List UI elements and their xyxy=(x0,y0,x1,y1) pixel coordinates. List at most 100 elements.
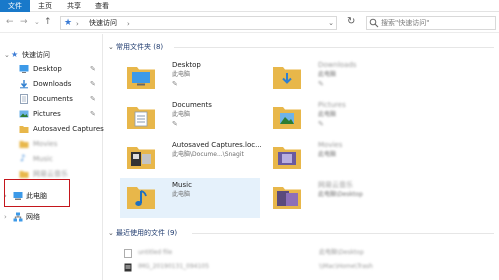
document-icon xyxy=(20,94,28,104)
tile-location: 此电脑 xyxy=(318,111,337,118)
sidebar-item-downloads[interactable]: Downloads ✎ xyxy=(0,77,103,91)
recent-files-title: 最近使用的文件 (9) xyxy=(116,229,178,237)
sidebar-quick-access-label: 快速访问 xyxy=(22,51,50,59)
folder-tile-documents[interactable]: Documents 此电脑 ✎ xyxy=(120,98,260,138)
recent-file-row[interactable]: untitled file 此电脑\Desktop xyxy=(124,247,494,259)
frequent-folders-title: 常用文件夹 (8) xyxy=(116,43,164,51)
expand-chevron-icon[interactable]: ⌄ xyxy=(4,48,10,62)
folder-tile-pictures[interactable]: Pictures 此电脑 ✎ xyxy=(266,98,406,138)
sidebar-item-label: Music xyxy=(33,155,53,163)
folder-icon xyxy=(19,141,29,148)
breadcrumb-separator: › xyxy=(76,20,79,28)
group-divider xyxy=(192,233,494,234)
sidebar-item-label: Pictures xyxy=(33,110,61,118)
sidebar-item-label: Documents xyxy=(33,95,73,103)
tile-location: 此电脑\Desktop xyxy=(318,191,363,198)
folder-album-art-icon xyxy=(273,187,301,209)
folder-snagit-icon xyxy=(127,147,155,169)
tile-location: 此电脑 xyxy=(318,71,337,78)
recent-file-name: IMG_20190131_094105 xyxy=(138,263,210,270)
sidebar-item-label: Autosaved Captures xyxy=(33,125,104,133)
sidebar-item-label: Downloads xyxy=(33,80,72,88)
recent-file-location: \\Mac\Home\Trash xyxy=(319,263,373,270)
pin-icon[interactable]: ✎ xyxy=(172,120,178,128)
address-row: ← → ⌄ ↑ ★ › 快速访问 › ⌄ ↻ xyxy=(0,12,499,33)
recent-locations-chevron-icon[interactable]: ⌄ xyxy=(34,17,40,27)
recent-files-header[interactable]: ⌄ 最近使用的文件 (9) xyxy=(108,227,177,239)
star-icon: ★ xyxy=(11,50,19,59)
navigation-pane: ⌄ ★ 快速访问 Desktop ✎ Downloads ✎ Documents… xyxy=(0,34,104,280)
tile-name: Desktop xyxy=(172,61,201,69)
sidebar-item-documents[interactable]: Documents ✎ xyxy=(0,92,103,106)
image-file-icon xyxy=(124,263,132,272)
folder-documents-icon xyxy=(127,107,155,129)
tile-name: Movies xyxy=(318,141,343,149)
folder-downloads-icon xyxy=(273,67,301,89)
up-arrow-icon[interactable]: ↑ xyxy=(44,17,52,27)
folder-tile-music[interactable]: Music 此电脑 xyxy=(120,178,260,218)
quick-access-star-icon: ★ xyxy=(64,18,73,28)
pin-icon[interactable]: ✎ xyxy=(90,107,96,121)
tile-name: Autosaved Captures.loc... xyxy=(172,141,262,149)
network-icon xyxy=(13,212,23,222)
file-icon xyxy=(124,249,132,258)
sidebar-item-label: Desktop xyxy=(33,65,62,73)
download-arrow-icon xyxy=(20,80,28,89)
tab-home[interactable]: 主页 xyxy=(33,0,57,12)
sidebar-item-autosaved-captures[interactable]: Autosaved Captures xyxy=(0,122,104,136)
tab-view[interactable]: 查看 xyxy=(90,0,114,12)
folder-tile-netease-music[interactable]: 网易云音乐 此电脑\Desktop xyxy=(266,178,406,218)
tile-location: 此电脑 xyxy=(172,71,191,78)
sidebar-item-desktop[interactable]: Desktop ✎ xyxy=(0,62,103,76)
sidebar-network-label: 网络 xyxy=(26,213,40,221)
tile-name: Documents xyxy=(172,101,212,109)
search-box[interactable] xyxy=(366,16,496,30)
sidebar-item-pictures[interactable]: Pictures ✎ xyxy=(0,107,103,121)
tile-name: Pictures xyxy=(318,101,346,109)
frequent-folders-header[interactable]: ⌄ 常用文件夹 (8) xyxy=(108,41,163,53)
folder-tile-autosaved-captures[interactable]: Autosaved Captures.loc... 此电脑\Docume...\… xyxy=(120,138,262,178)
folder-tile-downloads[interactable]: Downloads 此电脑 ✎ xyxy=(266,58,406,98)
folder-icon xyxy=(19,171,29,178)
tile-location: 此电脑\Docume...\Snagit xyxy=(172,151,244,158)
tab-file[interactable]: 文件 xyxy=(0,0,30,12)
forward-arrow-icon[interactable]: → xyxy=(20,17,28,27)
expand-chevron-icon[interactable]: › xyxy=(4,210,7,224)
recent-file-row[interactable]: IMG_20190131_094105 \\Mac\Home\Trash xyxy=(124,261,494,273)
ribbon-tabs: 文件 主页 共享 查看 xyxy=(0,0,499,12)
back-arrow-icon[interactable]: ← xyxy=(6,17,14,27)
breadcrumb-quick-access[interactable]: 快速访问 xyxy=(89,18,117,29)
folder-desktop-icon xyxy=(127,67,155,89)
collapse-chevron-icon[interactable]: ⌄ xyxy=(108,227,116,239)
group-divider xyxy=(174,47,494,48)
address-bar[interactable]: ★ › 快速访问 › ⌄ xyxy=(60,16,337,30)
address-dropdown-icon[interactable]: ⌄ xyxy=(328,17,334,29)
recent-file-location: 此电脑\Desktop xyxy=(319,249,364,256)
sidebar-item-network[interactable]: › 网络 xyxy=(0,210,103,224)
tab-share[interactable]: 共享 xyxy=(62,0,86,12)
sidebar-quick-access[interactable]: ⌄ ★ 快速访问 xyxy=(0,48,103,62)
tile-name: Music xyxy=(172,181,192,189)
sidebar-item-music[interactable]: ♪ Music xyxy=(0,152,103,166)
pin-icon[interactable]: ✎ xyxy=(90,77,96,91)
pin-icon[interactable]: ✎ xyxy=(172,80,178,88)
tile-location: 此电脑 xyxy=(172,111,191,118)
pin-icon[interactable]: ✎ xyxy=(318,80,324,88)
collapse-chevron-icon[interactable]: ⌄ xyxy=(108,41,116,53)
sidebar-item-movies[interactable]: Movies xyxy=(0,137,103,151)
breadcrumb-separator-end: › xyxy=(127,20,130,28)
folder-icon xyxy=(19,126,29,133)
highlight-box xyxy=(4,179,70,207)
folder-tile-desktop[interactable]: Desktop 此电脑 ✎ xyxy=(120,58,260,98)
search-input[interactable] xyxy=(381,17,491,29)
sidebar-item-label: Movies xyxy=(33,140,58,148)
pin-icon[interactable]: ✎ xyxy=(318,120,324,128)
pin-icon[interactable]: ✎ xyxy=(90,92,96,106)
folder-pictures-icon xyxy=(273,107,301,129)
refresh-icon[interactable]: ↻ xyxy=(347,16,355,28)
folder-tile-movies[interactable]: Movies 此电脑 xyxy=(266,138,406,178)
pin-icon[interactable]: ✎ xyxy=(90,62,96,76)
music-note-icon: ♪ xyxy=(20,154,26,164)
tile-location: 此电脑 xyxy=(318,151,337,158)
search-icon xyxy=(369,18,379,28)
